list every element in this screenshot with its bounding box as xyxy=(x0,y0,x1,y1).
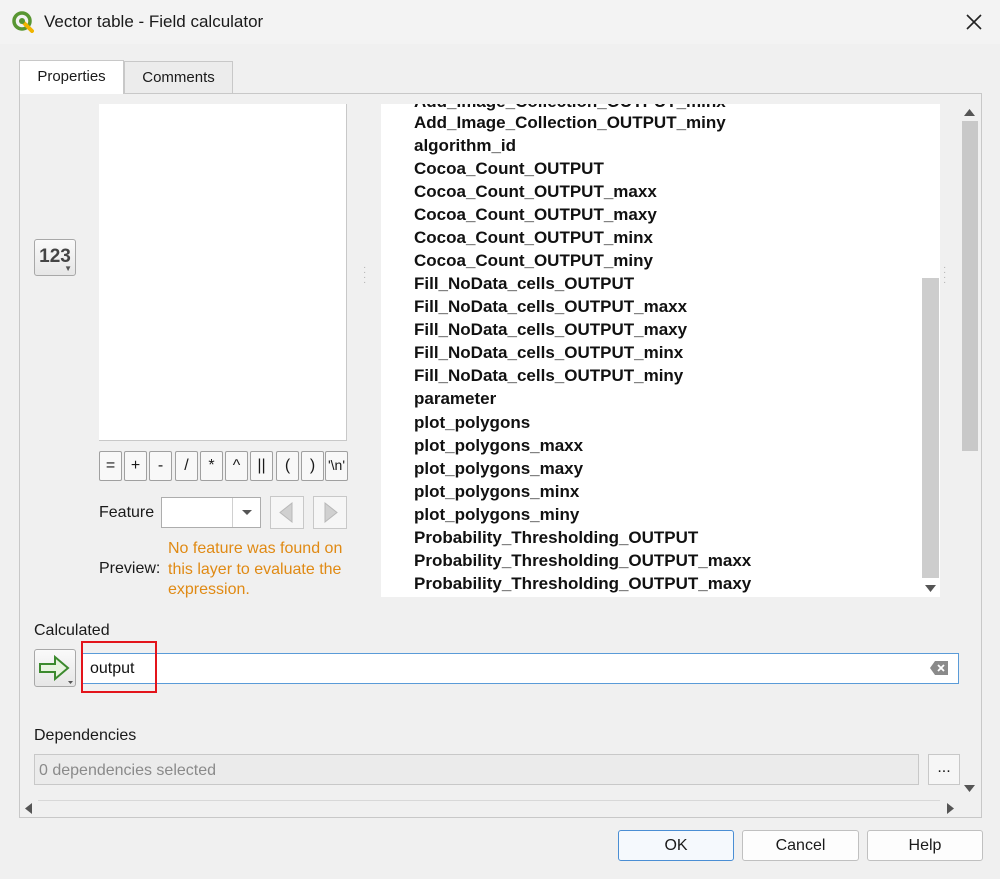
list-item[interactable]: Cocoa_Count_OUTPUT_miny xyxy=(414,251,653,271)
scrollbar-thumb[interactable] xyxy=(38,800,940,816)
help-button[interactable]: Help xyxy=(867,830,983,861)
operator-equals-button[interactable]: = xyxy=(99,451,122,481)
operator-open-paren-button[interactable]: ( xyxy=(276,451,299,481)
arrow-right-icon[interactable] xyxy=(947,803,955,814)
dialog-scrollbar[interactable] xyxy=(961,104,979,798)
list-item[interactable]: Fill_NoData_cells_OUTPUT_maxx xyxy=(414,297,687,317)
arrow-down-icon[interactable] xyxy=(964,785,975,793)
list-item[interactable]: plot_polygons_miny xyxy=(414,505,579,525)
calculated-label: Calculated xyxy=(34,622,110,639)
operator-minus-button[interactable]: - xyxy=(149,451,172,481)
list-item[interactable]: plot_polygons_maxy xyxy=(414,459,583,479)
scrollbar-thumb[interactable] xyxy=(922,278,939,578)
dependencies-label: Dependencies xyxy=(34,727,137,744)
list-item[interactable]: Add_Image_Collection_OUTPUT_minx xyxy=(414,104,726,112)
next-feature-button[interactable] xyxy=(313,496,347,529)
list-item[interactable]: Cocoa_Count_OUTPUT_maxx xyxy=(414,182,657,202)
operator-concat-button[interactable]: || xyxy=(250,451,273,481)
feature-select[interactable] xyxy=(161,497,261,528)
preview-label: Preview: xyxy=(99,560,161,577)
list-item[interactable]: Fill_NoData_cells_OUTPUT_maxy xyxy=(414,320,687,340)
arrow-left-icon[interactable] xyxy=(25,803,33,814)
operator-newline-button[interactable]: '\n' xyxy=(325,451,348,481)
list-item[interactable]: plot_polygons xyxy=(414,413,530,433)
list-item[interactable]: Fill_NoData_cells_OUTPUT xyxy=(414,274,634,294)
triangle-left-icon xyxy=(279,501,293,524)
tab-properties[interactable]: Properties xyxy=(19,60,124,94)
field-list-scrollbar[interactable] xyxy=(921,104,940,597)
list-item[interactable]: Probability_Thresholding_OUTPUT_maxy xyxy=(414,574,751,594)
list-item[interactable]: Fill_NoData_cells_OUTPUT_minx xyxy=(414,343,683,363)
dependencies-browse-button[interactable]: ... xyxy=(928,754,960,785)
triangle-right-icon xyxy=(324,501,338,524)
feature-label: Feature xyxy=(99,504,155,521)
field-list[interactable]: Add_Image_Collection_OUTPUT_minx Add_Ima… xyxy=(381,104,938,597)
calculated-field-input[interactable] xyxy=(81,653,959,684)
arrow-right-icon xyxy=(39,654,73,684)
chevron-down-icon xyxy=(242,510,252,515)
list-item[interactable]: Cocoa_Count_OUTPUT_maxy xyxy=(414,205,657,225)
operator-power-button[interactable]: ^ xyxy=(225,451,248,481)
chevron-down-icon: ▼ xyxy=(64,264,72,273)
operator-multiply-button[interactable]: * xyxy=(200,451,223,481)
list-item[interactable]: Fill_NoData_cells_OUTPUT_miny xyxy=(414,366,683,386)
clear-input-icon[interactable] xyxy=(929,660,949,676)
list-item[interactable]: Cocoa_Count_OUTPUT_minx xyxy=(414,228,653,248)
list-item[interactable]: plot_polygons_minx xyxy=(414,482,579,502)
field-type-button[interactable]: 123 ▼ xyxy=(34,239,76,276)
close-icon[interactable] xyxy=(962,10,986,34)
horizontal-scrollbar[interactable] xyxy=(20,799,960,817)
list-item[interactable]: parameter xyxy=(414,389,496,409)
feature-dropdown-button[interactable] xyxy=(232,498,260,527)
arrow-down-icon[interactable] xyxy=(925,585,936,593)
window-title: Vector table - Field calculator xyxy=(44,12,264,31)
cancel-button[interactable]: Cancel xyxy=(742,830,859,861)
ok-button[interactable]: OK xyxy=(618,830,734,861)
arrow-up-icon[interactable] xyxy=(964,109,975,117)
splitter-handle[interactable]: · · · · xyxy=(363,263,367,288)
dependencies-field[interactable]: 0 dependencies selected xyxy=(34,754,919,785)
list-item[interactable]: Probability_Thresholding_OUTPUT_maxx xyxy=(414,551,751,571)
preview-message: No feature was found on this layer to ev… xyxy=(168,540,343,598)
list-item[interactable]: Probability_Thresholding_OUTPUT xyxy=(414,528,698,548)
list-item[interactable]: Add_Image_Collection_OUTPUT_miny xyxy=(414,113,726,133)
calculated-data-defined-button[interactable] xyxy=(34,649,76,687)
splitter-handle-right[interactable]: · · · · xyxy=(943,263,947,288)
previous-feature-button[interactable] xyxy=(270,496,304,529)
list-item[interactable]: Cocoa_Count_OUTPUT xyxy=(414,159,604,179)
tab-comments[interactable]: Comments xyxy=(124,61,233,93)
operator-divide-button[interactable]: / xyxy=(175,451,198,481)
scrollbar-thumb[interactable] xyxy=(962,121,978,451)
operator-plus-button[interactable]: + xyxy=(124,451,147,481)
list-item[interactable]: algorithm_id xyxy=(414,136,516,156)
expression-editor[interactable] xyxy=(99,104,347,441)
operator-close-paren-button[interactable]: ) xyxy=(301,451,324,481)
title-bar: Vector table - Field calculator xyxy=(0,0,1000,44)
qgis-logo-icon xyxy=(12,11,34,33)
list-item[interactable]: plot_polygons_maxx xyxy=(414,436,583,456)
